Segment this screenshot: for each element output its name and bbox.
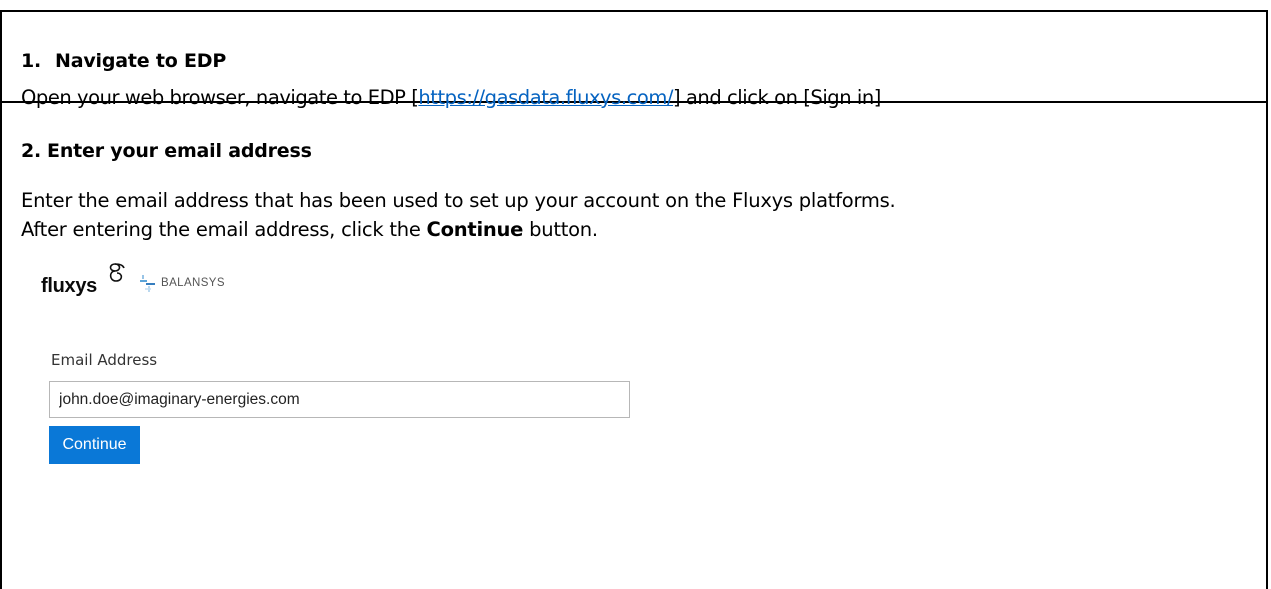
- step-1-number: 1.: [21, 50, 42, 72]
- fluxys-wordmark: fluxys: [41, 275, 98, 297]
- step-1-heading: 1. Navigate to EDP: [21, 50, 226, 72]
- step-2-body-line-2: After entering the email address, click …: [21, 215, 895, 244]
- fluxys-logo: fluxys: [41, 263, 125, 297]
- step-2-body: Enter the email address that has been us…: [21, 186, 896, 244]
- continue-reference: Continue: [426, 218, 524, 241]
- step-2-body-line-2-prefix: After entering the email address, click …: [21, 218, 427, 241]
- email-label: Email Address: [51, 351, 158, 369]
- email-field[interactable]: [49, 381, 630, 418]
- step-2-heading: 2. Enter your email address: [21, 140, 312, 162]
- step-2-number: 2.: [21, 140, 42, 162]
- step-2-title: Enter your email address: [47, 140, 312, 162]
- instructions-table: 1. Navigate to EDP Open your web browser,…: [0, 10, 1268, 589]
- step-2-body-line-2-suffix: button.: [523, 218, 598, 241]
- brand-row: fluxys BALANSYS: [41, 256, 225, 296]
- fluxys-logo-icon: [109, 263, 125, 282]
- step-2-body-line-1: Enter the email address that has been us…: [21, 189, 896, 212]
- step-1-cell: 1. Navigate to EDP Open your web browser,…: [2, 12, 1266, 109]
- step-1-title: Navigate to EDP: [55, 50, 227, 72]
- login-screenshot: fluxys BALANSYS Email Address john.doe@i…: [36, 256, 656, 496]
- continue-button[interactable]: Continue: [49, 426, 140, 464]
- balansys-logo: BALANSYS: [137, 272, 225, 294]
- balansys-logo-icon: [140, 275, 156, 292]
- balansys-wordmark: BALANSYS: [161, 277, 225, 289]
